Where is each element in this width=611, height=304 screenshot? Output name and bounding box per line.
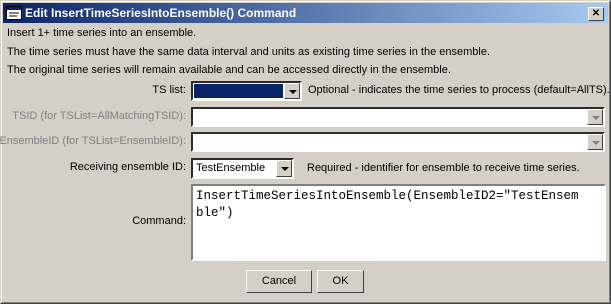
receiving-label-box: Receiving ensemble ID: bbox=[1, 158, 186, 178]
chevron-down-icon[interactable] bbox=[276, 160, 292, 177]
command-label: Command: bbox=[132, 215, 186, 227]
ts-list-selection bbox=[194, 84, 283, 98]
cancel-button[interactable]: Cancel bbox=[246, 270, 312, 293]
tsid-dropdown[interactable] bbox=[191, 107, 605, 127]
ts-list-note: Optional - indicates the time series to … bbox=[308, 84, 610, 96]
tsid-label: TSID (for TSList=AllMatchingTSID): bbox=[12, 110, 186, 122]
chevron-down-icon[interactable] bbox=[587, 134, 603, 150]
ts-list-dropdown[interactable] bbox=[191, 81, 302, 101]
ok-button[interactable]: OK bbox=[317, 270, 364, 293]
chevron-down-icon[interactable] bbox=[587, 109, 603, 125]
command-textarea[interactable]: InsertTimeSeriesIntoEnsemble(EnsembleID2… bbox=[191, 184, 606, 261]
tsid-label-box: TSID (for TSList=AllMatchingTSID): bbox=[1, 107, 186, 127]
receiving-note: Required - identifier for ensemble to re… bbox=[307, 162, 580, 174]
close-button[interactable]: ✕ bbox=[588, 7, 604, 21]
ensembleid-label: EnsembleID (for TSList=EnsembleID): bbox=[0, 135, 186, 147]
ts-list-label-box: TS list: bbox=[1, 81, 186, 101]
receiving-value: TestEnsemble bbox=[196, 162, 266, 174]
ts-list-label: TS list: bbox=[152, 84, 186, 96]
ensembleid-dropdown[interactable] bbox=[191, 132, 605, 152]
description-line-2: The time series must have the same data … bbox=[7, 46, 491, 58]
dialog-window: Edit InsertTimeSeriesIntoEnsemble() Comm… bbox=[0, 0, 611, 304]
window-title: Edit InsertTimeSeriesIntoEnsemble() Comm… bbox=[25, 6, 297, 20]
description-line-3: The original time series will remain ava… bbox=[7, 64, 451, 76]
receiving-ensemble-dropdown[interactable]: TestEnsemble bbox=[191, 158, 294, 179]
close-icon: ✕ bbox=[591, 8, 601, 19]
receiving-label: Receiving ensemble ID: bbox=[69, 161, 186, 173]
title-bar[interactable]: Edit InsertTimeSeriesIntoEnsemble() Comm… bbox=[3, 3, 608, 23]
window-app-icon bbox=[6, 6, 22, 20]
ensembleid-label-box: EnsembleID (for TSList=EnsembleID): bbox=[0, 132, 186, 152]
description-line-1: Insert 1+ time series into an ensemble. bbox=[7, 27, 197, 39]
chevron-down-icon[interactable] bbox=[284, 83, 300, 99]
command-label-box: Command: bbox=[1, 212, 186, 232]
